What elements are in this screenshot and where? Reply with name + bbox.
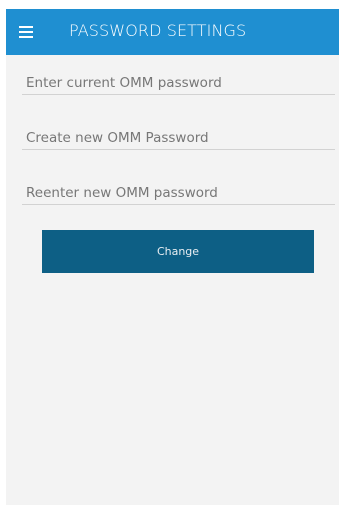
change-button[interactable]: Change xyxy=(42,230,314,273)
reenter-password-field[interactable] xyxy=(22,181,335,205)
current-password-field[interactable] xyxy=(22,71,335,95)
hamburger-menu-icon[interactable] xyxy=(19,26,33,38)
new-password-field[interactable] xyxy=(22,126,335,150)
password-settings-screen: PASSWORD SETTINGS Change xyxy=(6,9,339,505)
page-title: PASSWORD SETTINGS xyxy=(69,21,247,40)
app-bar: PASSWORD SETTINGS xyxy=(6,9,339,55)
